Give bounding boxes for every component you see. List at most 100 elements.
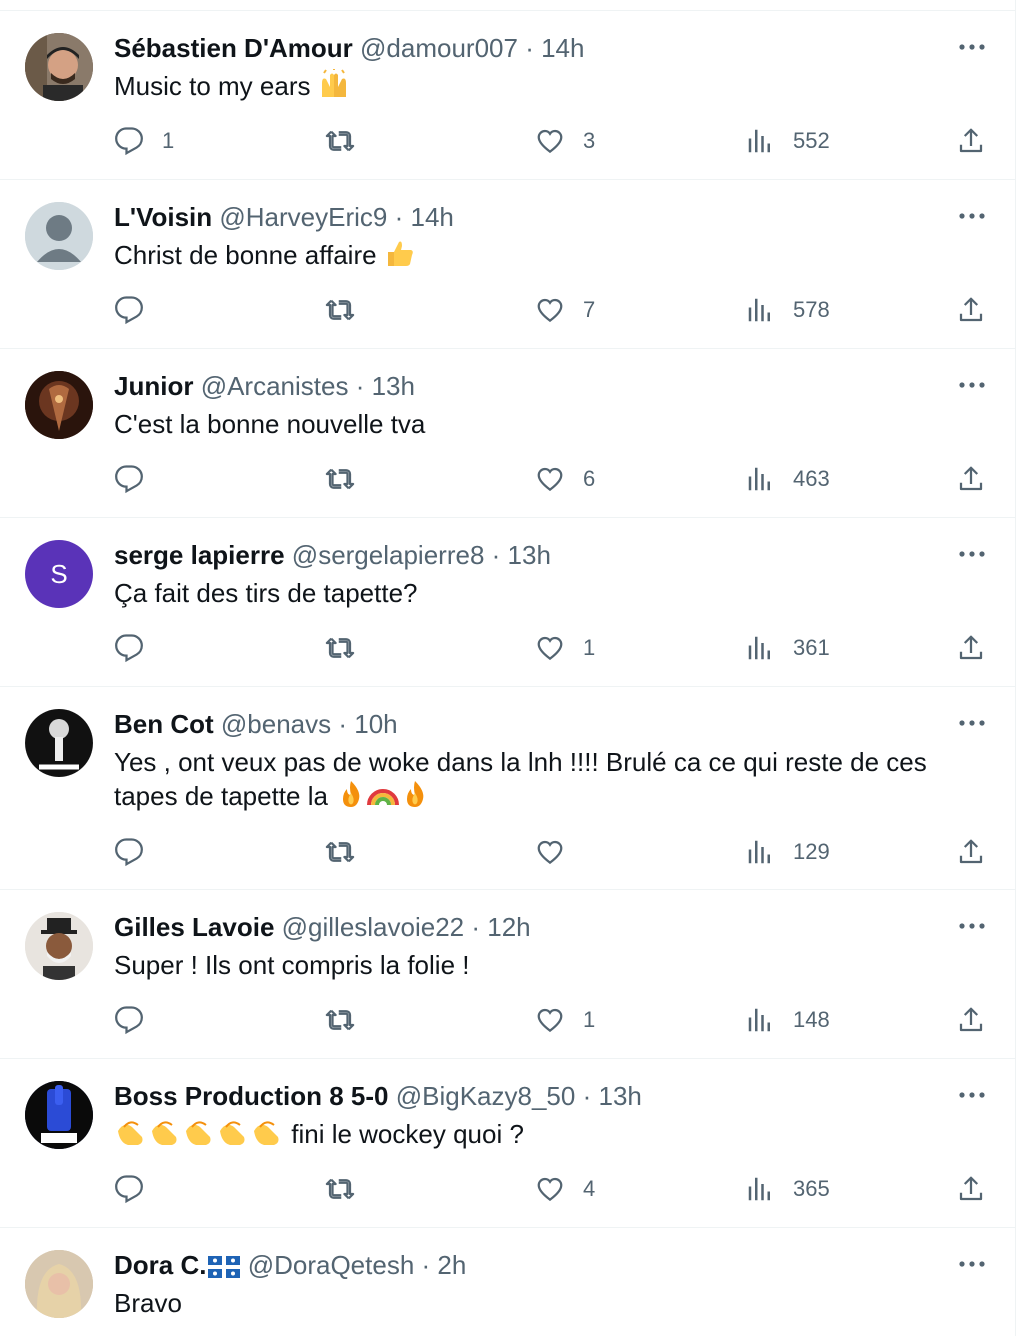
reply-button[interactable] — [114, 628, 162, 668]
more-options-button[interactable] — [955, 711, 989, 735]
retweet-button[interactable] — [325, 1169, 373, 1209]
author-name[interactable]: Dora C. — [114, 1250, 206, 1280]
views-button[interactable]: 361 — [745, 628, 830, 668]
thumbs-up-emoji — [384, 238, 416, 276]
more-options-button[interactable] — [955, 542, 989, 566]
timestamp[interactable]: 10h — [354, 709, 397, 739]
more-options-button[interactable] — [955, 1252, 989, 1276]
reply-icon — [115, 465, 143, 494]
reply-tweet[interactable]: Dora C. @DoraQetesh · 2h Bravo — [0, 1227, 1015, 1337]
views-icon — [748, 129, 770, 153]
author-name[interactable]: serge lapierre — [114, 540, 285, 570]
retweet-icon — [325, 841, 355, 863]
views-button[interactable]: 578 — [745, 290, 830, 330]
reply-icon — [115, 296, 143, 325]
author-name[interactable]: Gilles Lavoie — [114, 912, 274, 942]
reply-tweet[interactable]: Ben Cot @benavs · 10h Yes , ont veux pas… — [0, 686, 1015, 890]
reply-button[interactable] — [114, 832, 162, 872]
retweet-button[interactable] — [325, 832, 373, 872]
author-name[interactable]: Boss Production 8 5-0 — [114, 1081, 389, 1111]
avatar[interactable]: S — [25, 540, 93, 608]
action-bar: 1 3 552 — [0, 121, 1015, 161]
reply-tweet[interactable]: S serge lapierre @sergelapierre8 · 13h Ç… — [0, 517, 1015, 687]
views-button[interactable]: 365 — [745, 1169, 830, 1209]
more-options-button[interactable] — [955, 373, 989, 397]
views-icon — [748, 1177, 770, 1201]
avatar[interactable] — [25, 912, 93, 980]
more-options-button[interactable] — [955, 1083, 989, 1107]
author-name[interactable]: Sébastien D'Amour — [114, 33, 353, 63]
author-name[interactable]: Ben Cot — [114, 709, 214, 739]
fire-emoji — [335, 779, 367, 817]
clapping-hands-emoji — [216, 1117, 250, 1155]
more-options-button[interactable] — [955, 914, 989, 938]
retweet-icon — [325, 637, 355, 659]
share-button[interactable] — [956, 832, 986, 872]
like-count: 1 — [583, 1007, 596, 1032]
reply-button[interactable] — [114, 1169, 162, 1209]
share-button[interactable] — [956, 121, 986, 161]
timestamp[interactable]: 2h — [437, 1250, 466, 1280]
author-handle[interactable]: @damour007 — [360, 33, 518, 63]
author-handle[interactable]: @HarveyEric9 — [219, 202, 387, 232]
timestamp[interactable]: 13h — [508, 540, 551, 570]
reply-tweet[interactable]: Junior @Arcanistes · 13h C'est la bonne … — [0, 348, 1015, 518]
like-button[interactable]: 1 — [535, 1000, 595, 1040]
like-button[interactable]: 7 — [535, 290, 595, 330]
reply-icon — [115, 127, 143, 156]
author-handle[interactable]: @sergelapierre8 — [292, 540, 485, 570]
avatar[interactable] — [25, 709, 93, 777]
more-options-button[interactable] — [955, 204, 989, 228]
share-button[interactable] — [956, 1169, 986, 1209]
share-button[interactable] — [956, 628, 986, 668]
avatar[interactable] — [25, 202, 93, 270]
rainbow-emoji — [367, 779, 400, 817]
share-button[interactable] — [956, 290, 986, 330]
avatar[interactable] — [25, 33, 93, 101]
retweet-button[interactable] — [325, 121, 373, 161]
views-button[interactable]: 463 — [745, 459, 830, 499]
retweet-button[interactable] — [325, 290, 373, 330]
author-name[interactable]: L'Voisin — [114, 202, 212, 232]
avatar[interactable] — [25, 1250, 93, 1318]
timestamp[interactable]: 13h — [598, 1081, 641, 1111]
views-button[interactable]: 129 — [745, 832, 830, 872]
reply-button[interactable] — [114, 290, 162, 330]
reply-tweet[interactable]: Boss Production 8 5-0 @BigKazy8_50 · 13h… — [0, 1058, 1015, 1228]
timestamp[interactable]: 12h — [487, 912, 530, 942]
like-button[interactable]: 4 — [535, 1169, 595, 1209]
retweet-button[interactable] — [325, 459, 373, 499]
timestamp[interactable]: 14h — [411, 202, 454, 232]
timestamp[interactable]: 13h — [372, 371, 415, 401]
avatar[interactable] — [25, 1081, 93, 1149]
reply-tweet[interactable]: Sébastien D'Amour @damour007 · 14h Music… — [0, 10, 1015, 180]
reply-button[interactable] — [114, 1000, 162, 1040]
share-button[interactable] — [956, 459, 986, 499]
author-handle[interactable]: @BigKazy8_50 — [396, 1081, 576, 1111]
avatar[interactable] — [25, 371, 93, 439]
author-handle[interactable]: @DoraQetesh — [248, 1250, 415, 1280]
reply-button[interactable]: 1 — [114, 121, 174, 161]
views-button[interactable]: 148 — [745, 1000, 830, 1040]
like-button[interactable]: 1 — [535, 628, 595, 668]
like-button[interactable]: 6 — [535, 459, 595, 499]
retweet-button[interactable] — [325, 628, 373, 668]
retweet-button[interactable] — [325, 1000, 373, 1040]
author-name[interactable]: Junior — [114, 371, 193, 401]
timestamp[interactable]: 14h — [541, 33, 584, 63]
more-icon — [959, 382, 985, 388]
author-handle[interactable]: @benavs — [221, 709, 331, 739]
tweet-text: Super ! Ils ont compris la folie ! — [114, 950, 470, 980]
avatar-letter: S — [50, 558, 68, 589]
reply-button[interactable] — [114, 459, 162, 499]
more-options-button[interactable] — [955, 35, 989, 59]
reply-tweet[interactable]: L'Voisin @HarveyEric9 · 14h Christ de bo… — [0, 179, 1015, 349]
like-button[interactable]: 3 — [535, 121, 595, 161]
views-icon — [748, 467, 770, 491]
author-handle[interactable]: @gilleslavoie22 — [282, 912, 465, 942]
like-button[interactable] — [535, 832, 583, 872]
views-button[interactable]: 552 — [745, 121, 830, 161]
reply-tweet[interactable]: Gilles Lavoie @gilleslavoie22 · 12h Supe… — [0, 889, 1015, 1059]
author-handle[interactable]: @Arcanistes — [201, 371, 349, 401]
share-button[interactable] — [956, 1000, 986, 1040]
